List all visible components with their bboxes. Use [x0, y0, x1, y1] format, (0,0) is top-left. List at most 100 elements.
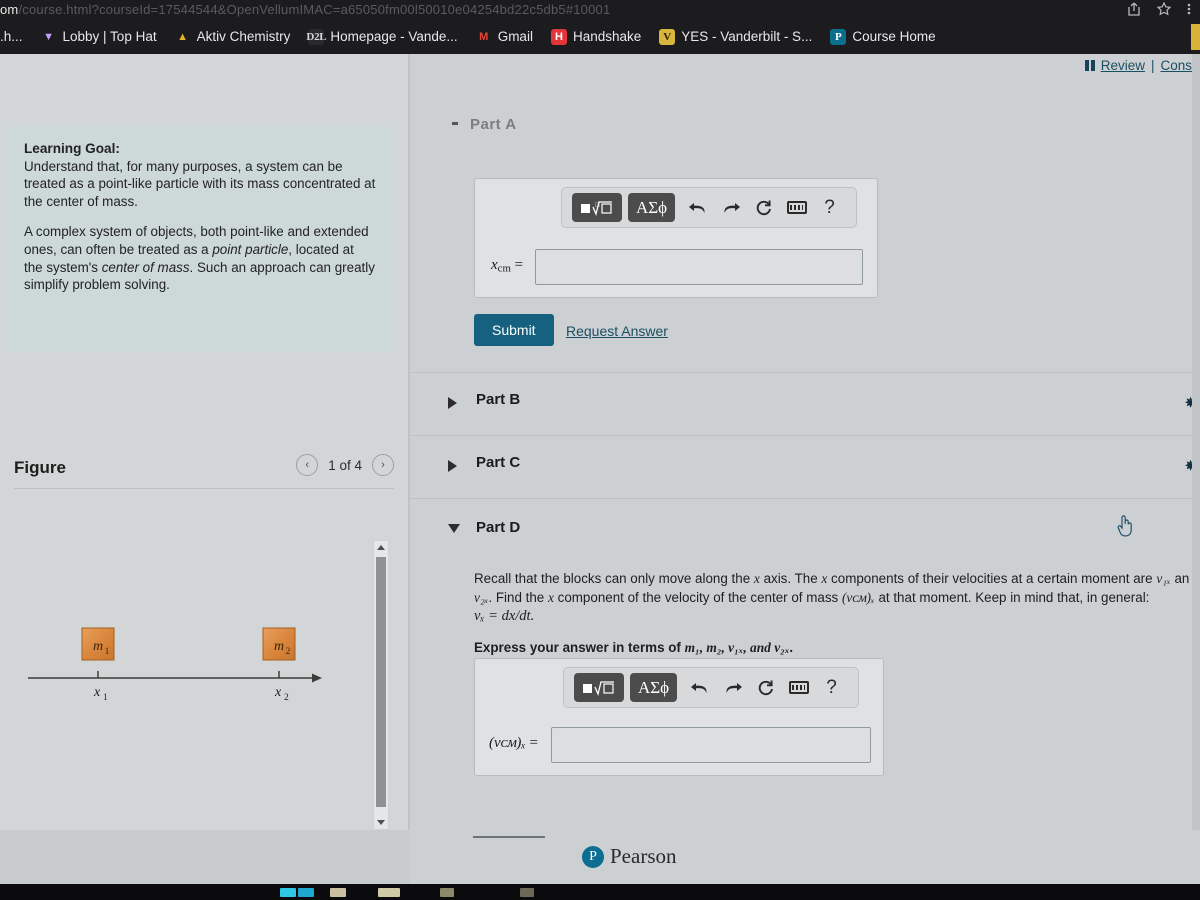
taskbar-icon-1[interactable]	[280, 888, 296, 897]
scroll-down-arrow-icon[interactable]	[377, 820, 385, 825]
bookmark-item-aktiv[interactable]: ▲ Aktiv Chemistry	[166, 26, 300, 48]
figure-next-button[interactable]: ›	[372, 454, 394, 476]
pearson-mark-icon: P	[582, 845, 604, 868]
book-icon	[1084, 60, 1095, 71]
constants-link[interactable]: Cons	[1160, 58, 1192, 73]
part-a-answer-card: □ ΑΣϕ ? xcm =	[474, 178, 878, 298]
gmail-icon: M	[479, 31, 489, 43]
scroll-up-arrow-icon[interactable]	[377, 545, 385, 550]
part-c-expand-triangle-icon[interactable]	[448, 460, 457, 472]
address-bar[interactable]: om/course.html?courseId=17544544&OpenVel…	[0, 0, 1200, 20]
svg-text:2: 2	[286, 646, 291, 656]
bookmarks-bar: .h... ▼ Lobby | Top Hat ▲ Aktiv Chemistr…	[0, 22, 1200, 52]
help-button[interactable]: ?	[813, 194, 846, 222]
bookmark-item-course-home[interactable]: P Course Home	[821, 26, 944, 48]
undo-arrow-icon[interactable]	[683, 674, 716, 702]
part-a-request-answer-link[interactable]: Request Answer	[566, 323, 668, 339]
pd-ans-equals: =	[529, 735, 538, 751]
undo-arrow-icon[interactable]	[681, 194, 714, 222]
redo-arrow-icon[interactable]	[716, 674, 749, 702]
bookmark-label: Course Home	[852, 29, 936, 44]
url-rest: /course.html?courseId=17544544&OpenVellu…	[18, 2, 611, 17]
share-icon[interactable]	[1126, 1, 1142, 17]
bookmark-item-tophat[interactable]: ▼ Lobby | Top Hat	[32, 26, 166, 48]
svg-text:x: x	[93, 685, 101, 700]
taskbar-icon-2[interactable]	[298, 888, 314, 897]
part-d-answer-label: (vᴄᴍ)ₓ =	[489, 735, 538, 752]
os-taskbar	[0, 884, 1200, 900]
keyboard-icon[interactable]	[782, 674, 815, 702]
pd-l3: vₓ = dx/dt.	[474, 608, 535, 624]
reset-circular-arrow-icon[interactable]	[749, 674, 782, 702]
part-a-submit-button[interactable]: Submit	[474, 314, 554, 346]
part-d-label: Part D	[476, 519, 521, 536]
pd-instr-a: Express your answer in terms of	[474, 640, 685, 655]
help-button[interactable]: ?	[815, 674, 848, 702]
redo-arrow-icon[interactable]	[714, 194, 747, 222]
learning-goal-box: Learning Goal: Understand that, for many…	[8, 126, 392, 352]
figure-body: m 1 m 2 x 1 x 2	[0, 490, 408, 830]
svg-text:2: 2	[284, 693, 289, 703]
part-d-row[interactable]: Part D	[410, 498, 1200, 538]
part-d-answer-input[interactable]	[551, 727, 871, 763]
part-a-bullet	[452, 122, 458, 125]
figure-prev-button[interactable]: ‹	[296, 454, 319, 476]
greek-symbols-button[interactable]: ΑΣϕ	[630, 673, 678, 702]
yes-icon: V	[659, 29, 676, 45]
learning-goal-paragraph-1: Understand that, for many purposes, a sy…	[24, 158, 376, 209]
review-link[interactable]: Review	[1101, 58, 1145, 73]
part-a-answer-input[interactable]	[535, 249, 863, 285]
part-d-collapse-triangle-icon[interactable]	[448, 524, 460, 533]
pd-instr-vars: m₁, m₂, v₁ₓ, and v₂ₓ	[684, 640, 790, 655]
bookmark-item-d2l[interactable]: D2L Homepage - Vande...	[299, 26, 466, 48]
chrome-action-icons	[1126, 1, 1192, 17]
ans-equals: =	[514, 257, 524, 273]
bookmark-label: YES - Vanderbilt - S...	[681, 29, 813, 44]
svg-text:x: x	[274, 685, 282, 700]
taskbar-icon-4[interactable]	[378, 888, 400, 897]
physics-diagram: m 1 m 2 x 1 x 2	[20, 610, 360, 720]
taskbar-icon-5[interactable]	[440, 888, 454, 897]
math-template-button[interactable]	[574, 673, 624, 702]
figure-title: Figure	[14, 458, 66, 477]
bookmark-label: Gmail	[497, 29, 533, 44]
bookmark-item-gmail[interactable]: M Gmail	[467, 26, 542, 48]
bookmark-item-yes[interactable]: V YES - Vanderbilt - S...	[650, 26, 821, 48]
pearson-icon: P	[830, 29, 847, 45]
bookmark-label: .h...	[0, 29, 23, 44]
page-body: Learning Goal: Understand that, for many…	[0, 54, 1200, 884]
pearson-wordmark: Pearson	[610, 844, 677, 868]
footer-divider	[473, 836, 545, 838]
scrollbar-thumb[interactable]	[376, 557, 386, 807]
part-b-label: Part B	[476, 391, 521, 408]
taskbar-icon-3[interactable]	[330, 888, 346, 897]
part-c-row[interactable]: Part C ✵	[410, 435, 1200, 498]
math-template-button[interactable]: □	[572, 193, 622, 222]
bookmark-item-0[interactable]: .h...	[0, 26, 32, 48]
bookmark-item-handshake[interactable]: H Handshake	[542, 26, 650, 48]
greek-symbols-button[interactable]: ΑΣϕ	[628, 193, 676, 222]
bookmark-star-icon[interactable]	[1156, 1, 1172, 17]
reset-circular-arrow-icon[interactable]	[747, 194, 780, 222]
keyboard-icon[interactable]	[780, 194, 813, 222]
part-d-math-toolbar: ΑΣϕ ?	[563, 667, 859, 708]
part-b-row[interactable]: Part B ✵	[410, 372, 1200, 435]
overflow-menu-icon[interactable]	[1186, 1, 1192, 17]
part-a-heading[interactable]: Part A	[470, 116, 517, 133]
bookmark-label: Handshake	[572, 29, 642, 44]
figure-scrollbar[interactable]	[373, 540, 389, 830]
mouse-cursor-pointer	[1115, 512, 1137, 538]
lg-p2-em2: center of mass	[101, 259, 190, 275]
pearson-logo: P Pearson	[582, 844, 677, 869]
left-panel: Learning Goal: Understand that, for many…	[0, 54, 410, 830]
page-scrollbar[interactable]	[1192, 54, 1200, 830]
handshake-icon: H	[550, 29, 567, 45]
part-c-label: Part C	[476, 454, 521, 471]
ans-label-sub: cm	[497, 262, 511, 275]
pd-ans-label: (vᴄᴍ)ₓ	[489, 735, 526, 751]
part-b-expand-triangle-icon[interactable]	[448, 397, 457, 409]
svg-text:m: m	[93, 639, 103, 654]
taskbar-icon-6[interactable]	[520, 888, 534, 897]
pd-v1x: v₁ₓ	[1156, 571, 1171, 586]
ans-label-base: x	[491, 257, 498, 273]
